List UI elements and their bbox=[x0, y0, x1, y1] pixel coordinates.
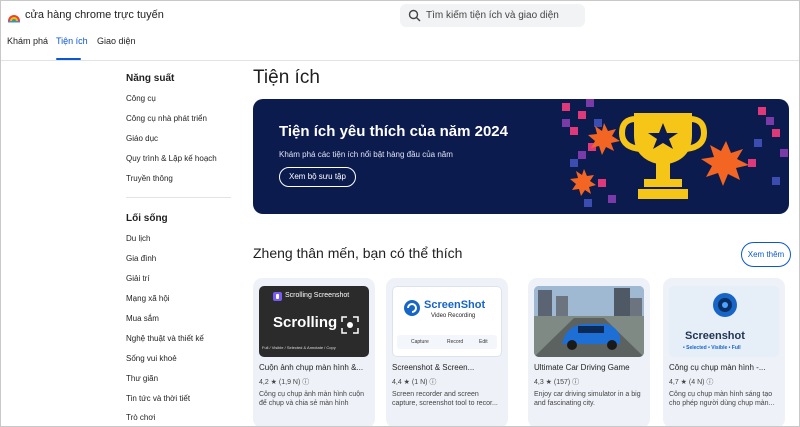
extension-card-screenshot-screen-recorder[interactable]: ScreenShot Video Recording Capture Recor… bbox=[386, 278, 508, 426]
store-name[interactable]: cửa hàng chrome trực tuyến bbox=[25, 9, 164, 21]
card-rating: 4,4 ★ (1 N) ⓘ bbox=[392, 379, 437, 386]
camera-lens-icon bbox=[713, 293, 737, 317]
view-collection-button[interactable]: Xem bộ sưu tập bbox=[279, 167, 356, 187]
card-rating: 4,2 ★ (1,9 N) ⓘ bbox=[259, 379, 310, 386]
trophy-illustration-icon bbox=[562, 99, 788, 207]
recommendations-title: Zheng thân mến, bạn có thể thích bbox=[253, 245, 463, 261]
car-game-scene-icon bbox=[534, 286, 644, 357]
chrome-web-store-logo-icon[interactable] bbox=[7, 9, 21, 23]
thumb-headline: Scrolling bbox=[273, 314, 338, 331]
thumb-subtitle: Video Recording bbox=[431, 313, 476, 319]
sidebar-item-education[interactable]: Giáo dục bbox=[126, 134, 158, 143]
category-sidebar: Năng suất Công cụ Công cụ nhà phát triển… bbox=[1, 61, 233, 426]
chrome-web-store-page: cửa hàng chrome trực tuyến Tìm kiếm tiện… bbox=[0, 0, 800, 427]
card-title[interactable]: Công cụ chụp màn hình -... bbox=[669, 363, 781, 372]
card-title[interactable]: Cuộn ảnh chụp màn hình &... bbox=[259, 363, 371, 372]
active-tab-indicator bbox=[56, 58, 81, 60]
sidebar-item-communication[interactable]: Truyền thông bbox=[126, 174, 173, 183]
banner-title: Tiện ích yêu thích của năm 2024 bbox=[279, 123, 508, 140]
sidebar-item-workflow-planning[interactable]: Quy trình & Lập kế hoạch bbox=[126, 154, 217, 163]
top-header: cửa hàng chrome trực tuyến Tìm kiếm tiện… bbox=[1, 1, 799, 61]
page-title: Tiện ích bbox=[253, 67, 320, 88]
featured-banner[interactable]: Tiện ích yêu thích của năm 2024 Khám phá… bbox=[253, 99, 789, 214]
thumb-subtitle: • Selected • Visible • Full bbox=[683, 345, 741, 351]
card-thumbnail: Scrolling Screenshot Scrolling Full / Vi… bbox=[259, 286, 369, 357]
card-description: Screen recorder and screen capture, scre… bbox=[392, 391, 498, 407]
extension-card-scrolling-screenshot[interactable]: Scrolling Screenshot Scrolling Full / Vi… bbox=[253, 278, 375, 426]
sidebar-item-entertainment[interactable]: Giải trí bbox=[126, 274, 150, 283]
card-title[interactable]: Screenshot & Screen... bbox=[392, 363, 504, 372]
sidebar-item-tools[interactable]: Công cụ bbox=[126, 94, 156, 103]
see-more-button[interactable]: Xem thêm bbox=[741, 242, 791, 267]
capture-frame-icon bbox=[341, 316, 359, 334]
search-icon bbox=[408, 9, 421, 22]
thumb-toolbar: Capture Record Edit bbox=[397, 335, 497, 349]
card-description: Enjoy car driving simulator in a big and… bbox=[534, 391, 641, 407]
screenshot-logo-icon bbox=[404, 300, 420, 316]
sidebar-item-news-weather[interactable]: Tin tức và thời tiết bbox=[126, 394, 190, 403]
thumb-tool-capture: Capture bbox=[411, 339, 429, 345]
sidebar-heading-productivity: Năng suất bbox=[126, 73, 175, 84]
sidebar-item-developer-tools[interactable]: Công cụ nhà phát triển bbox=[126, 114, 207, 123]
thumb-title: Screenshot bbox=[685, 330, 745, 342]
sidebar-heading-lifestyle: Lối sống bbox=[126, 213, 168, 224]
banner-subtitle: Khám phá các tiện ích nổi bật hàng đầu c… bbox=[279, 150, 453, 159]
sidebar-divider bbox=[126, 197, 231, 198]
sidebar-item-games[interactable]: Trò chơi bbox=[126, 413, 155, 422]
sidebar-item-social[interactable]: Mạng xã hội bbox=[126, 294, 170, 303]
sidebar-item-art-design[interactable]: Nghệ thuật và thiết kế bbox=[126, 334, 204, 343]
search-box[interactable]: Tìm kiếm tiện ích và giao diện bbox=[400, 4, 585, 27]
thumb-title: Scrolling Screenshot bbox=[285, 292, 350, 299]
extension-card-screenshot-tool[interactable]: Screenshot • Selected • Visible • Full C… bbox=[663, 278, 785, 426]
thumb-title: ScreenShot bbox=[424, 299, 486, 311]
card-thumbnail: Screenshot • Selected • Visible • Full bbox=[669, 286, 779, 357]
sidebar-item-shopping[interactable]: Mua sắm bbox=[126, 314, 159, 323]
card-description: Công cụ chụp ảnh màn hình cuộn để chụp v… bbox=[259, 391, 365, 407]
scroll-logo-icon bbox=[273, 292, 282, 301]
tab-themes[interactable]: Giao diện bbox=[97, 36, 136, 46]
thumb-footer: Full / Visible / Selected & Annotate / C… bbox=[262, 345, 336, 350]
card-rating: 4,3 ★ (157) ⓘ bbox=[534, 379, 580, 386]
sidebar-item-relaxation[interactable]: Thư giãn bbox=[126, 374, 158, 383]
card-thumbnail: ScreenShot Video Recording Capture Recor… bbox=[392, 286, 502, 357]
search-input[interactable]: Tìm kiếm tiện ích và giao diện bbox=[426, 10, 559, 21]
tab-extensions[interactable]: Tiện ích bbox=[56, 36, 88, 46]
sidebar-item-family[interactable]: Gia đình bbox=[126, 254, 156, 263]
card-rating: 4,7 ★ (4 N) ⓘ bbox=[669, 379, 714, 386]
thumb-tool-record: Record bbox=[447, 339, 464, 345]
sidebar-item-travel[interactable]: Du lịch bbox=[126, 234, 150, 243]
card-title[interactable]: Ultimate Car Driving Game bbox=[534, 363, 646, 372]
sidebar-item-wellness[interactable]: Sống vui khoẻ bbox=[126, 354, 177, 363]
thumb-tool-edit: Edit bbox=[479, 339, 488, 345]
card-thumbnail bbox=[534, 286, 644, 357]
extension-card-ultimate-car-driving[interactable]: Ultimate Car Driving Game 4,3 ★ (157) ⓘ … bbox=[528, 278, 650, 426]
tab-discover[interactable]: Khám phá bbox=[7, 36, 48, 46]
card-description: Công cụ chụp màn hình sáng tạo cho phép … bbox=[669, 391, 775, 407]
